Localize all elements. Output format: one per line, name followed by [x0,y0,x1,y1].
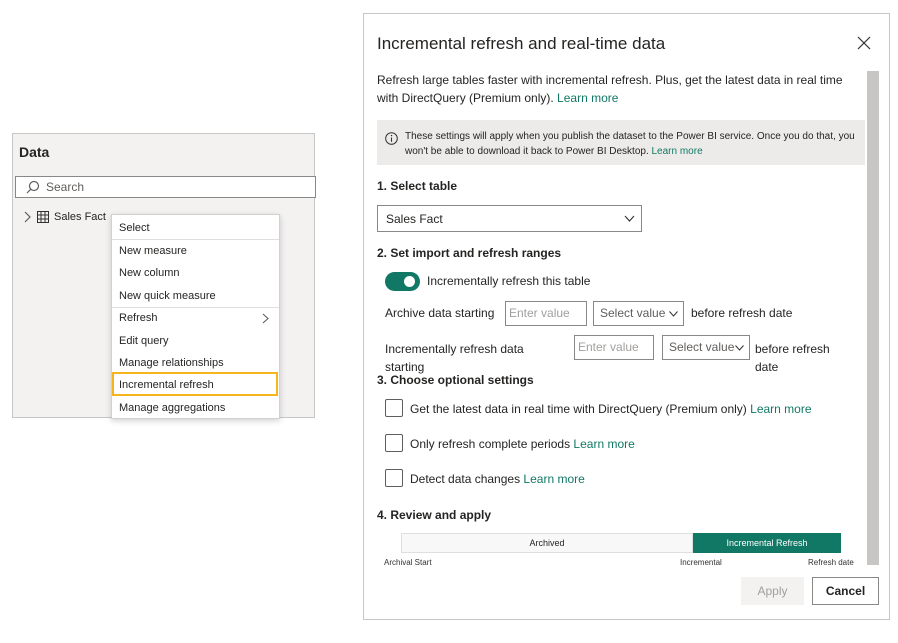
scrollbar[interactable] [867,71,879,565]
incremental-suffix: before refresh date [755,342,830,374]
info-description: These settings will apply when you publi… [405,131,855,157]
timeline-refresh-date: Refresh date [808,558,854,567]
close-icon[interactable] [857,36,871,50]
directquery-checkbox[interactable] [385,399,403,417]
complete-periods-checkbox[interactable] [385,434,403,452]
archive-suffix: before refresh date [691,306,793,320]
incremental-refresh-dialog: Incremental refresh and real-time data R… [363,13,890,620]
incremental-value-input[interactable]: Enter value [574,335,654,360]
learn-more-link[interactable]: Learn more [557,91,618,105]
table-select-dropdown[interactable]: Sales Fact [377,205,642,232]
incremental-unit-select-value: Select value [669,340,735,354]
section-ranges: 2. Set import and refresh ranges [377,246,562,260]
info-icon [385,132,398,145]
section-review: 4. Review and apply [377,508,492,522]
menu-item-refresh[interactable]: Refresh [112,307,279,329]
search-input[interactable]: Search [46,177,84,197]
table-select-value: Sales Fact [386,212,443,226]
incremental-refresh-toggle[interactable] [385,272,420,291]
timeline-incremental-segment: Incremental Refresh [693,533,841,553]
menu-item-select[interactable]: Select [112,217,279,239]
archive-unit-select[interactable]: Select value [593,301,684,326]
learn-more-link[interactable]: Learn more [652,146,703,157]
toggle-label: Incrementally refresh this table [427,274,591,288]
menu-item-edit-query[interactable]: Edit query [112,330,279,352]
directquery-option: Get the latest data in real time with Di… [410,402,812,416]
menu-item-new-quick-measure[interactable]: New quick measure [112,285,279,307]
timeline-incremental-tick: Incremental [680,558,722,567]
section-optional: 3. Choose optional settings [377,373,534,387]
toggle-knob [404,276,415,287]
archive-value-input[interactable]: Enter value [505,301,587,326]
section-select-table: 1. Select table [377,179,458,193]
intro-text: Refresh large tables faster with increme… [377,71,857,107]
data-pane-title: Data [19,144,50,160]
timeline-archival-start: Archival Start [384,558,432,567]
menu-item-manage-relationships[interactable]: Manage relationships [112,352,279,374]
chevron-down-icon [735,345,744,351]
detect-changes-checkbox[interactable] [385,469,403,487]
chevron-down-icon [624,215,635,222]
detect-changes-option: Detect data changes Learn more [410,472,585,486]
apply-button[interactable]: Apply [741,577,804,605]
directquery-label: Get the latest data in real time with Di… [410,402,747,416]
highlight-box [112,372,278,396]
learn-more-link[interactable]: Learn more [523,472,584,486]
chevron-right-icon [262,313,269,324]
info-text: These settings will apply when you publi… [405,129,857,159]
chevron-right-icon[interactable] [22,211,32,223]
menu-item-refresh-label: Refresh [119,312,158,324]
complete-periods-label: Only refresh complete periods [410,437,571,451]
menu-item-new-column[interactable]: New column [112,262,279,284]
data-pane: Data Search Sales Fact Select New measur… [12,133,316,419]
info-banner: These settings will apply when you publi… [377,120,865,165]
search-icon [26,180,40,194]
complete-periods-option: Only refresh complete periods Learn more [410,437,635,451]
menu-item-new-measure[interactable]: New measure [112,240,279,262]
chevron-down-icon [669,311,678,317]
archive-unit-select-value: Select value [600,306,666,320]
cancel-button[interactable]: Cancel [812,577,879,605]
context-menu: Select New measure New column New quick … [111,214,280,419]
search-box[interactable]: Search [15,176,316,198]
learn-more-link[interactable]: Learn more [750,402,811,416]
tree-item-sales-fact[interactable]: Sales Fact [54,211,106,223]
archive-label: Archive data starting [385,306,495,320]
detect-changes-label: Detect data changes [410,472,521,486]
dialog-title: Incremental refresh and real-time data [377,34,666,53]
learn-more-link[interactable]: Learn more [573,437,634,451]
menu-item-manage-aggregations[interactable]: Manage aggregations [112,397,279,419]
timeline-archived-segment: Archived [401,533,693,553]
incremental-unit-select[interactable]: Select value [662,335,750,360]
incremental-label: Incrementally refresh data starting [385,342,524,374]
table-icon [37,211,49,223]
